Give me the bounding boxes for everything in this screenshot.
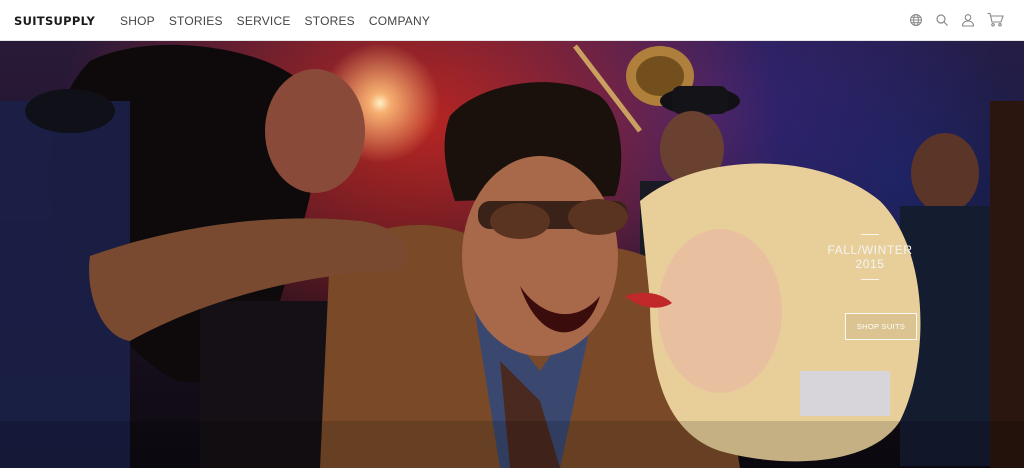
header-icons (897, 12, 1004, 27)
globe-icon[interactable] (909, 13, 923, 27)
blonde-woman-face (658, 229, 782, 393)
nav-item-service[interactable]: SERVICE (237, 14, 291, 28)
shop-suits-button[interactable]: SHOP SUITS (845, 313, 917, 340)
nav-item-stories[interactable]: STORIES (169, 14, 223, 28)
nav-item-stores[interactable]: STORES (305, 14, 355, 28)
user-icon[interactable] (961, 13, 975, 27)
site-header: SUITSUPPLY SHOP STORIES SERVICE STORES C… (0, 0, 1024, 41)
promo-block: FALL/WINTER 2015 (815, 234, 925, 280)
promo-divider-top (861, 234, 879, 235)
left-woman-face (265, 69, 365, 193)
bassist-face (911, 133, 979, 213)
collection-title: FALL/WINTER 2015 (827, 243, 913, 271)
main-nav: SHOP STORIES SERVICE STORES COMPANY (120, 14, 444, 28)
nav-item-company[interactable]: COMPANY (369, 14, 430, 28)
site-logo[interactable]: SUITSUPPLY (14, 14, 95, 28)
nav-item-shop[interactable]: SHOP (120, 14, 155, 28)
hero-banner[interactable]: FALL/WINTER 2015 SHOP SUITS (0, 41, 1024, 468)
promo-divider-bottom (861, 279, 879, 280)
cart-icon[interactable] (987, 12, 1004, 27)
center-man-face (462, 156, 618, 356)
search-icon[interactable] (935, 13, 949, 27)
